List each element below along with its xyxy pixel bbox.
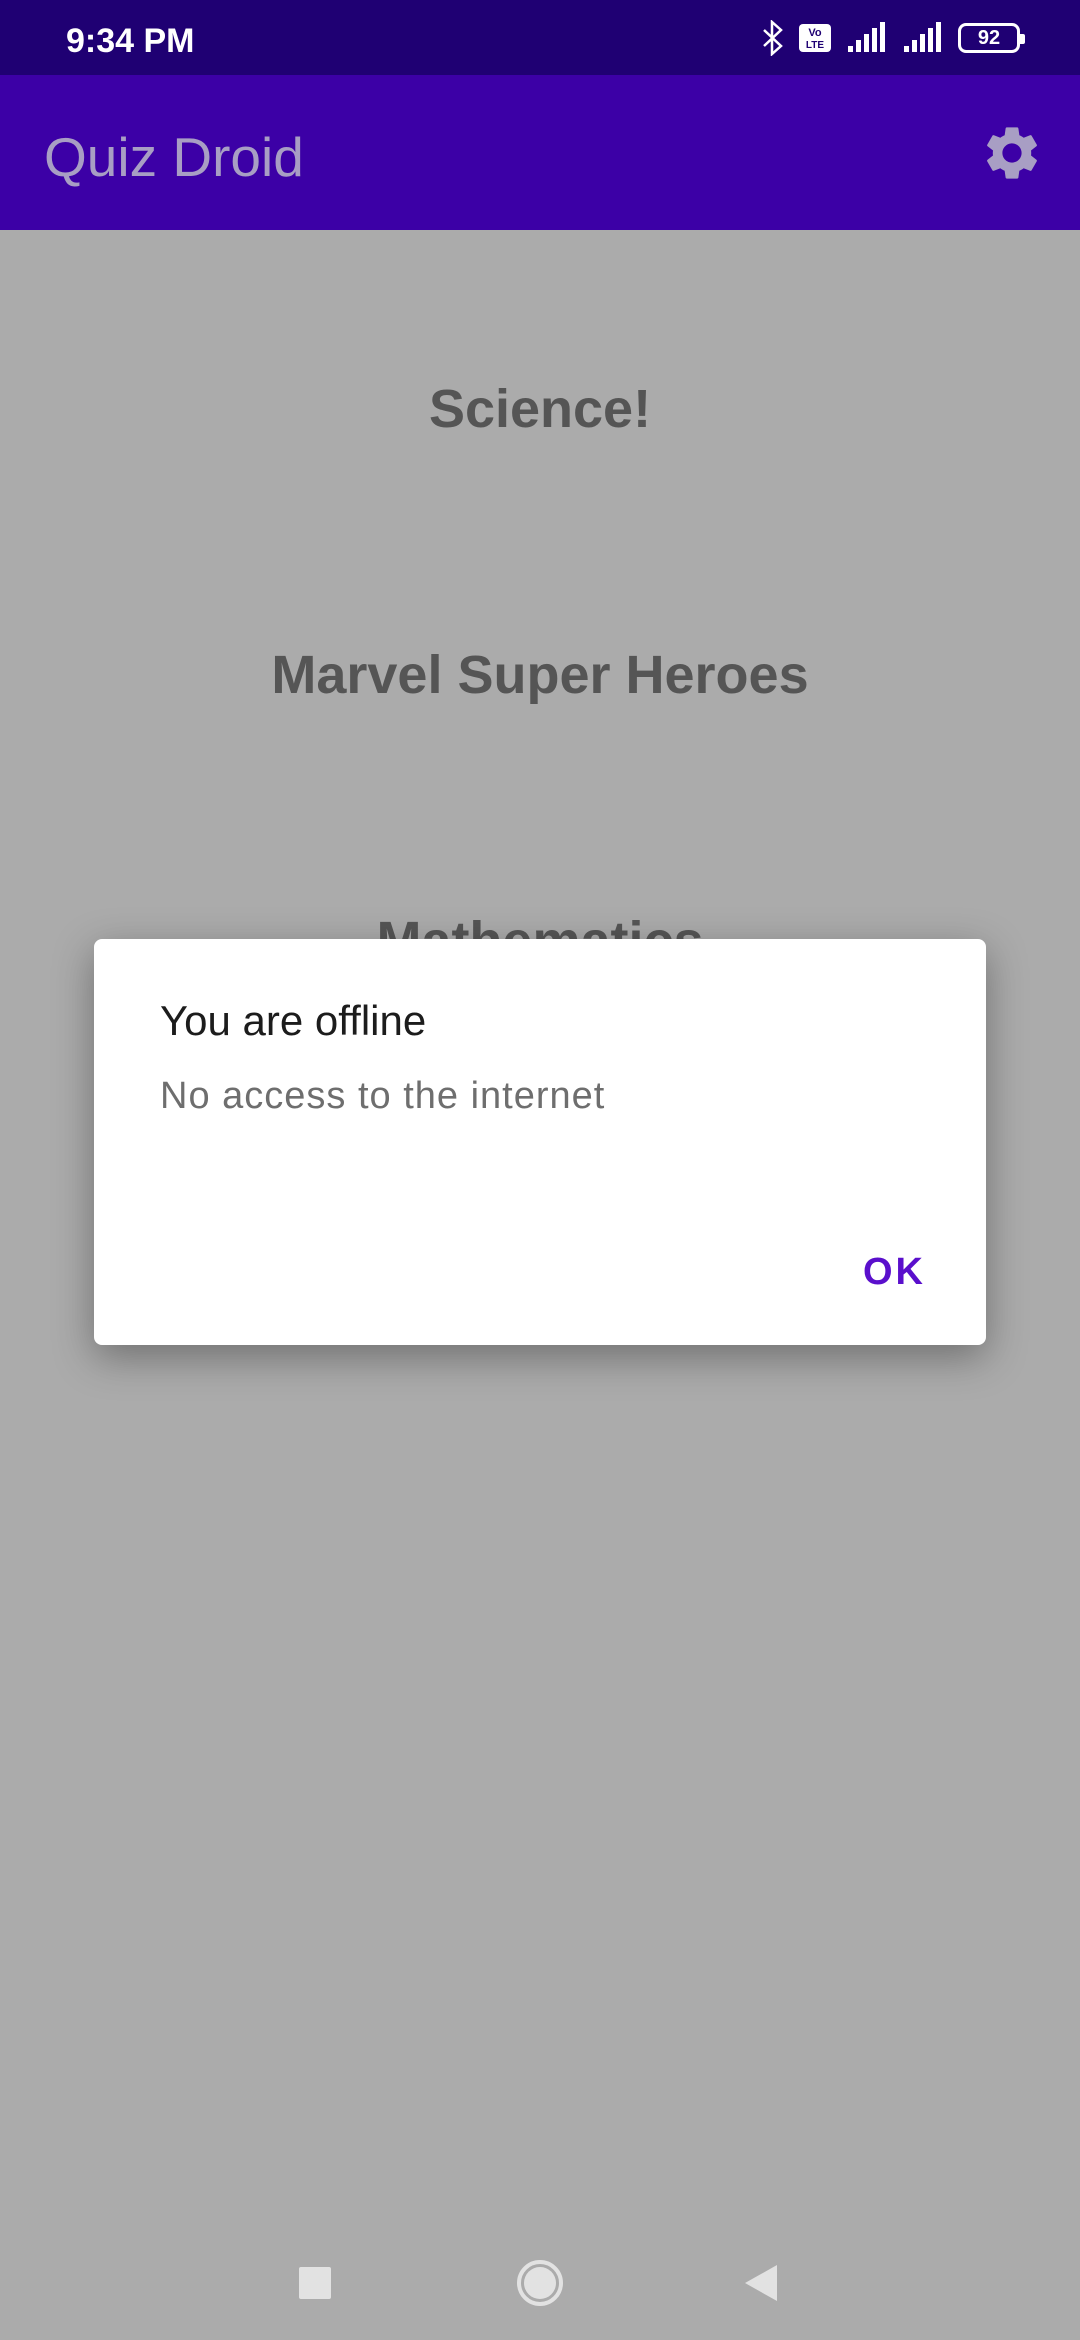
signal-icon (902, 22, 944, 54)
battery-icon: 92 (958, 23, 1025, 53)
battery-level: 92 (977, 26, 1001, 49)
back-triangle-icon (743, 2263, 779, 2308)
svg-text:LTE: LTE (806, 40, 824, 51)
dialog-title: You are offline (160, 997, 427, 1044)
settings-button[interactable] (980, 121, 1044, 185)
bluetooth-icon (762, 20, 784, 56)
status-time: 9:34 PM (66, 22, 195, 60)
recents-button[interactable] (280, 2250, 350, 2320)
dialog-message: No access to the internet (160, 1075, 606, 1117)
home-circle-icon (515, 2258, 565, 2313)
category-science[interactable]: Science! (0, 378, 1080, 440)
signal-icon (846, 22, 888, 54)
status-bar: 9:34 PM Vo LTE 92 (0, 0, 1080, 75)
back-button[interactable] (726, 2250, 796, 2320)
gear-icon (980, 127, 1044, 189)
home-button[interactable] (505, 2250, 575, 2320)
category-marvel-super-heroes[interactable]: Marvel Super Heroes (0, 644, 1080, 706)
volte-icon: Vo LTE (798, 23, 832, 53)
recents-square-icon (298, 2266, 332, 2305)
offline-dialog: You are offline No access to the interne… (94, 939, 986, 1345)
svg-text:Vo: Vo (808, 27, 822, 39)
navigation-bar (0, 2230, 1080, 2340)
app-title: Quiz Droid (44, 126, 304, 188)
status-icons: Vo LTE 92 (762, 18, 1025, 58)
app-bar: Quiz Droid (0, 75, 1080, 230)
ok-button[interactable]: OK (863, 1251, 926, 1294)
